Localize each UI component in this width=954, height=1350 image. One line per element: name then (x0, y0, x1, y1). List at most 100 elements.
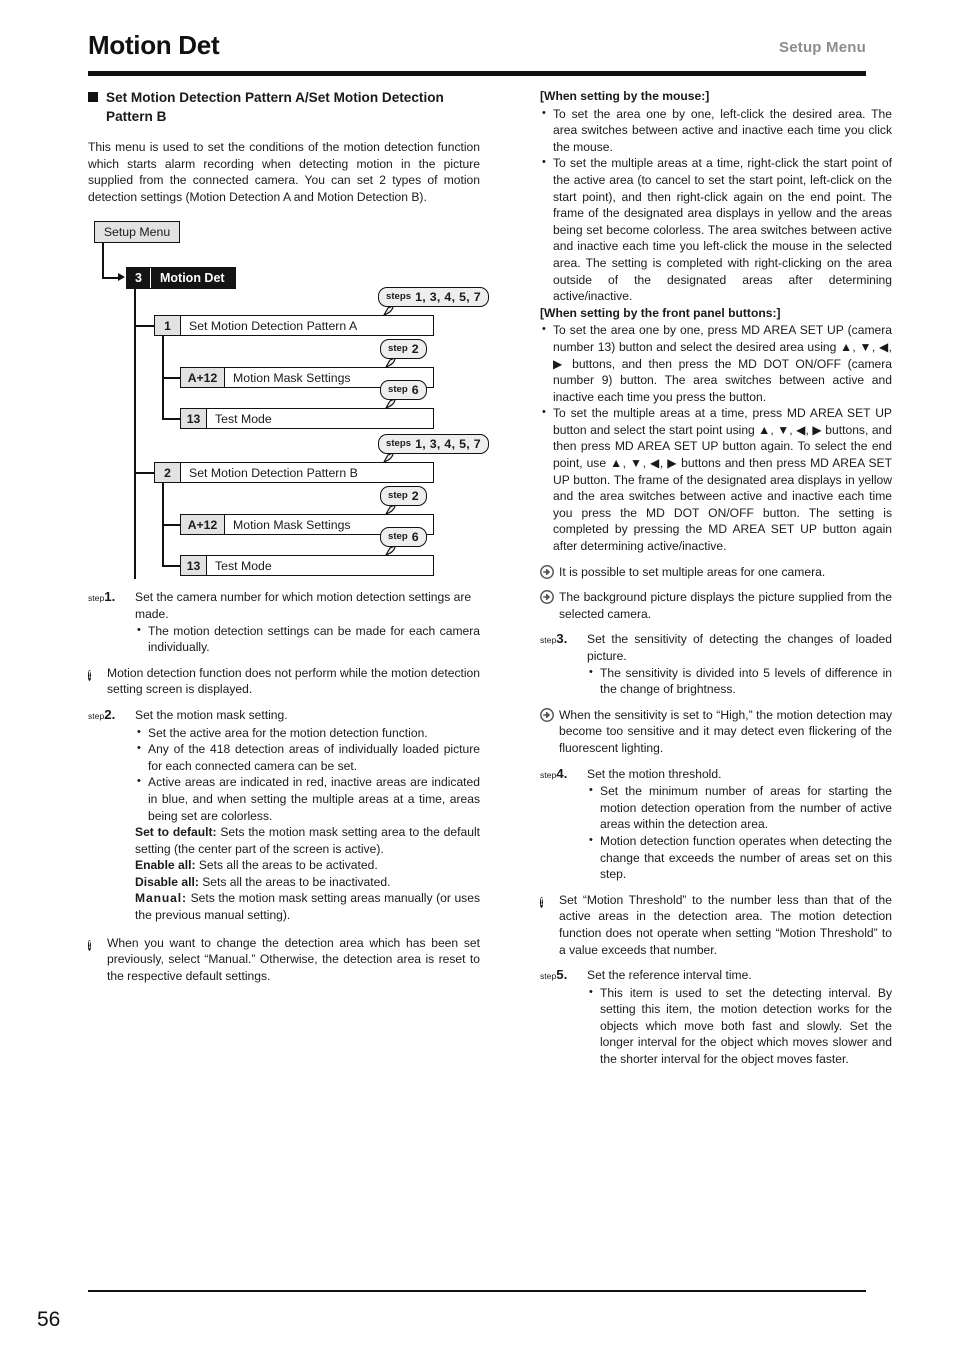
definition-text: Sets the motion mask setting areas manua… (135, 891, 480, 923)
step-1-tag-number: 1. (104, 589, 116, 605)
diagram-item-key: 1 (155, 316, 181, 336)
diagram-item-label: Test Mode (215, 411, 272, 426)
diagram-item-key: A+12 (181, 515, 225, 535)
definitions-block: Set to default: Sets the motion mask set… (135, 824, 480, 924)
diagram-item-label: Motion Mask Settings (233, 517, 351, 532)
diagram-callout: steps 1, 3, 4, 5, 7 (378, 434, 489, 455)
diagram-callout-tail-icon (384, 546, 397, 559)
diagram-connector (162, 418, 180, 420)
step-5-tag: step5. (540, 967, 587, 985)
step-1-tag-word: step (88, 593, 105, 604)
page-header: Motion Det Setup Menu (88, 30, 866, 76)
diagram-callout-steps: 2 (411, 489, 419, 504)
step-1-bullets: The motion detection settings can be mad… (135, 622, 480, 656)
diagram-callout: step 6 (380, 380, 427, 401)
list-item: To set the area one by one, press MD ARE… (540, 321, 892, 405)
step-4-tag-word: step (540, 769, 557, 780)
diagram-arrow-icon (118, 273, 125, 282)
diagram-callout-steps: 2 (411, 342, 419, 357)
exclamation-icon: ! (88, 669, 92, 681)
definition-text: Sets all the areas to be inactivated. (198, 874, 391, 889)
exclamation-icon: ! (540, 896, 544, 908)
diagram-root-key: 3 (127, 268, 151, 289)
diagram-connector (134, 325, 154, 327)
step-2-tag-number: 2. (104, 706, 116, 722)
arrow-note-text: When the sensitivity is set to “High,” t… (559, 707, 892, 755)
diagram-callout-tail-icon (382, 453, 395, 466)
right-column: [When setting by the mouse:] To set the … (540, 88, 892, 1068)
diagram-callout-word: steps (386, 291, 412, 303)
step-3-lead: Set the sensitivity of detecting the cha… (587, 632, 892, 663)
list-item: The sensitivity is divided into 5 levels… (587, 664, 892, 698)
mouse-settings-bullets: To set the area one by one, left-click t… (540, 105, 892, 305)
step-1-tag: step1. (88, 589, 135, 607)
step-2-tag-word: step (88, 710, 105, 721)
front-panel-settings-bullets: To set the area one by one, press MD ARE… (540, 321, 892, 554)
arrow-note-multiple-areas: It is possible to set multiple areas for… (540, 564, 892, 581)
diagram-connector (162, 524, 180, 526)
definition-term: Set to default: (135, 825, 217, 840)
list-item: Active areas are indicated in red, inact… (135, 773, 480, 824)
list-item: To set the multiple areas at a time, rig… (540, 154, 892, 304)
list-item: This item is used to set the detecting i… (587, 984, 892, 1068)
diagram-callout-steps: 1, 3, 4, 5, 7 (415, 437, 481, 452)
diagram-root-box: 3 Motion Det (126, 267, 236, 290)
section-heading-text: Set Motion Detection Pattern A/Set Motio… (106, 90, 444, 124)
definition-enable-all: Enable all: Sets all the areas to be act… (135, 857, 480, 874)
bullet-square-icon (88, 92, 98, 102)
diagram-callout-word: steps (386, 438, 412, 450)
diagram-callout-word: step (388, 490, 408, 502)
step-4-bullets: Set the minimum number of areas for star… (587, 782, 892, 883)
diagram-spine (134, 289, 136, 580)
arrow-circle-icon (540, 590, 554, 605)
diagram-callout-steps: 6 (411, 383, 419, 398)
arrow-note-sensitivity: When the sensitivity is set to “High,” t… (540, 707, 892, 757)
note-step-2: ! When you want to change the detection … (88, 935, 480, 985)
step-2-bullets: Set the active area for the motion detec… (135, 724, 480, 825)
left-column: Set Motion Detection Pattern A/Set Motio… (88, 88, 489, 993)
step-5-lead: Set the reference interval time. (587, 968, 752, 983)
diagram-callout: step 2 (380, 486, 427, 507)
diagram-callout: step 2 (380, 339, 427, 360)
step-3-tag: step3. (540, 631, 587, 649)
diagram-callout: steps 1, 3, 4, 5, 7 (378, 287, 489, 308)
arrow-note-text: The background picture displays the pict… (559, 590, 892, 621)
diagram-connector (162, 377, 180, 379)
step-1: step1. Set the camera number for which m… (88, 589, 480, 622)
step-4-lead: Set the motion threshold. (587, 766, 722, 781)
diagram-item-key: 13 (181, 409, 207, 429)
diagram-callout: step 6 (380, 527, 427, 548)
arrow-note-background-picture: The background picture displays the pict… (540, 589, 892, 622)
diagram-item-key: 13 (181, 556, 207, 576)
diagram-callout-tail-icon (384, 358, 397, 371)
step-3-bullets: The sensitivity is divided into 5 levels… (587, 664, 892, 698)
diagram-connector (102, 277, 119, 279)
header-section-label: Setup Menu (779, 39, 866, 56)
definition-term: Disable all: (135, 874, 199, 889)
diagram-callout-word: step (388, 384, 408, 396)
diagram-item-label: Test Mode (215, 558, 272, 573)
diagram-connector (134, 472, 154, 474)
step-4: step4. Set the motion threshold. (540, 766, 892, 784)
definition-disable-all: Disable all: Sets all the areas to be in… (135, 874, 480, 891)
diagram-item-label: Set Motion Detection Pattern B (189, 465, 358, 480)
diagram-callout-word: step (388, 531, 408, 543)
note-step-2-text: When you want to change the detection ar… (107, 935, 480, 983)
diagram-setup-menu-box: Setup Menu (94, 221, 180, 244)
step-1-lead: Set the camera number for which motion d… (135, 590, 472, 621)
exclamation-icon: ! (88, 939, 92, 951)
page-number: 56 (37, 1308, 61, 1331)
list-item: To set the area one by one, left-click t… (540, 105, 892, 156)
step-4-tag: step4. (540, 766, 587, 784)
step-3: step3. Set the sensitivity of detecting … (540, 631, 892, 664)
list-item: Set the minimum number of areas for star… (587, 782, 892, 833)
note-motion-threshold: ! Set “Motion Threshold” to the number l… (540, 892, 892, 958)
diagram-connector (102, 243, 104, 279)
definition-manual: Manual: Sets the motion mask setting are… (135, 890, 480, 923)
list-item: The motion detection settings can be mad… (135, 622, 480, 656)
arrow-circle-icon (540, 707, 554, 722)
diagram-item-label: Set Motion Detection Pattern A (189, 318, 358, 333)
diagram-item-label: Motion Mask Settings (233, 370, 351, 385)
step-4-tag-number: 4. (556, 765, 568, 781)
footer-divider (88, 1290, 866, 1292)
